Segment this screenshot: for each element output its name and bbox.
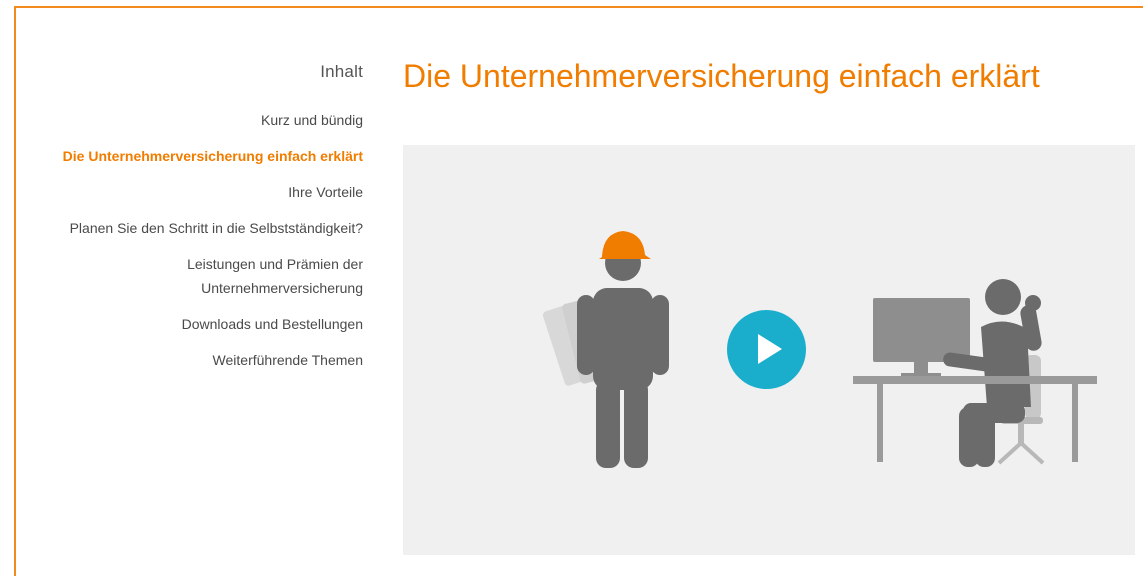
toc-item-ihre-vorteile[interactable]: Ihre Vorteile [16, 180, 363, 204]
page-title: Die Unternehmerversicherung einfach erkl… [403, 58, 1040, 94]
toc-item-weiterfuehrende-themen[interactable]: Weiterführende Themen [16, 348, 363, 372]
toc-item-einfach-erklaert[interactable]: Die Unternehmerversicherung einfach erkl… [16, 144, 363, 168]
toc-list: Kurz und bündig Die Unternehmerversicher… [16, 108, 363, 372]
toc-item-selbststaendigkeit[interactable]: Planen Sie den Schritt in die Selbststän… [16, 216, 363, 240]
video-player[interactable] [403, 145, 1135, 555]
toc-item-kurz-und-buendig[interactable]: Kurz und bündig [16, 108, 363, 132]
toc-item-leistungen-praemien[interactable]: Leistungen und Prämien der Unternehmerve… [16, 252, 363, 300]
office-worker-desk-icon [853, 279, 1097, 467]
play-icon[interactable] [727, 310, 806, 389]
toc-item-downloads[interactable]: Downloads und Bestellungen [16, 312, 363, 336]
table-of-contents: Inhalt Kurz und bündig Die Unternehmerve… [16, 62, 363, 384]
toc-title: Inhalt [320, 62, 363, 81]
construction-worker-icon [542, 231, 669, 468]
